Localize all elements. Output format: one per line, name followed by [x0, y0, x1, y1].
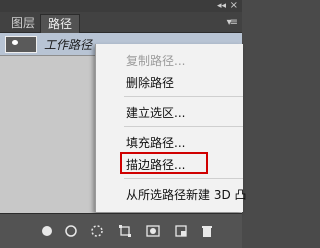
panel-title-bar: ◂◂ ×: [0, 0, 242, 12]
menu-separator: [124, 96, 243, 97]
load-selection-icon[interactable]: [90, 224, 104, 238]
panel-tab-bar: 图层 路径 ▾≡: [0, 12, 242, 33]
tab-paths[interactable]: 路径: [40, 14, 81, 33]
menu-item-delete-path[interactable]: 删除路径: [126, 74, 174, 91]
menu-separator: [124, 178, 243, 179]
double-chevron-left-icon[interactable]: ◂◂: [217, 1, 226, 11]
close-icon[interactable]: ×: [230, 0, 238, 11]
menu-separator: [124, 126, 243, 127]
context-menu: 复制路径... 删除路径 建立选区... 填充路径... 描边路径... 从所选…: [95, 44, 247, 212]
panel-bottom-toolbar: [0, 213, 242, 248]
paths-panel: ◂◂ × 图层 路径 ▾≡ 工作路径 复制路径... 删除路径 建立选区... …: [0, 0, 247, 248]
add-mask-icon[interactable]: [146, 224, 160, 238]
tab-layers[interactable]: 图层: [4, 14, 42, 32]
menu-item-new-3d-extrusion[interactable]: 从所选路径新建 3D 凸: [126, 186, 247, 203]
fill-path-icon[interactable]: [40, 224, 54, 238]
menu-item-duplicate-path[interactable]: 复制路径...: [126, 52, 185, 69]
delete-path-icon[interactable]: [200, 224, 214, 238]
new-path-icon[interactable]: [174, 224, 188, 238]
menu-item-fill-path[interactable]: 填充路径...: [126, 134, 185, 151]
path-shape-icon: [12, 40, 18, 45]
menu-item-make-selection[interactable]: 建立选区...: [126, 104, 185, 121]
path-thumbnail: [5, 36, 37, 53]
panel-menu-icon[interactable]: ▾≡: [227, 17, 238, 28]
make-work-path-icon[interactable]: [118, 224, 132, 238]
stroke-path-icon[interactable]: [64, 224, 78, 238]
highlight-box: [120, 152, 208, 174]
path-name: 工作路径: [44, 38, 93, 52]
